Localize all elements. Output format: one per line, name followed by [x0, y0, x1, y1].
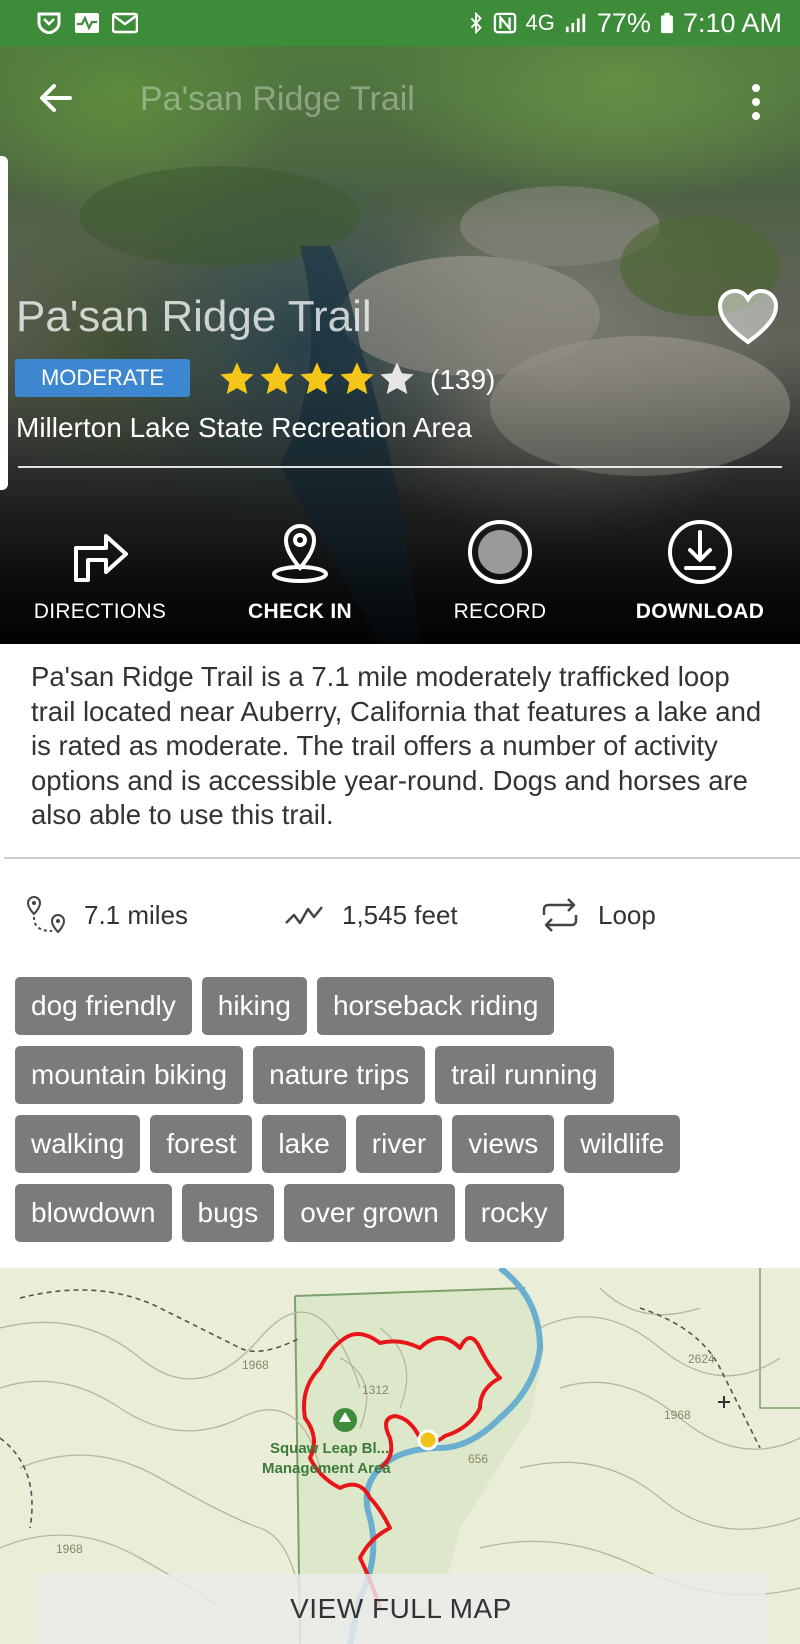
action-bar: DIRECTIONS CHECK IN RECORD DOWNLOAD — [0, 476, 800, 626]
trail-stats: 7.1 miles 1,545 feet Loop — [0, 885, 800, 945]
stat-elevation: 1,545 feet — [282, 885, 458, 945]
tag[interactable]: forest — [150, 1115, 253, 1173]
tag[interactable]: wildlife — [564, 1115, 681, 1173]
network-type: 4G — [525, 10, 555, 35]
contour-label: 1312 — [362, 1383, 389, 1397]
star-half-icon — [380, 362, 414, 395]
map-area-label: Squaw Leap Bl... — [270, 1440, 390, 1457]
tag[interactable]: hiking — [201, 977, 307, 1035]
directions-button[interactable]: DIRECTIONS — [0, 476, 200, 626]
arrow-left-icon[interactable] — [36, 78, 76, 118]
tag[interactable]: bugs — [181, 1184, 275, 1242]
check-in-label: CHECK IN — [248, 600, 352, 623]
contour-label: 1968 — [56, 1542, 83, 1556]
shield-icon — [37, 12, 61, 34]
trail-title: Pa'san Ridge Trail — [16, 292, 372, 341]
directions-label: DIRECTIONS — [33, 600, 167, 623]
star-icon — [300, 362, 334, 395]
tag[interactable]: lake — [262, 1115, 346, 1173]
contour-label: 1968 — [242, 1358, 269, 1372]
download-label: DOWNLOAD — [635, 600, 765, 623]
contour-label: 1968 — [664, 1408, 691, 1422]
park-name[interactable]: Millerton Lake State Recreation Area — [16, 412, 472, 444]
mail-icon — [112, 12, 138, 34]
app-bar: Pa'san Ridge Trail — [0, 46, 800, 156]
heart-icon[interactable] — [716, 286, 780, 350]
star-icon — [260, 362, 294, 395]
tag[interactable]: trail running — [435, 1046, 614, 1104]
battery-percent: 77% — [596, 7, 651, 38]
record-icon — [468, 520, 532, 584]
record-label: RECORD — [453, 600, 547, 623]
tag[interactable]: views — [452, 1115, 555, 1173]
download-button[interactable]: DOWNLOAD — [600, 476, 800, 626]
more-vertical-icon[interactable] — [744, 82, 768, 122]
bluetooth-icon — [470, 12, 482, 34]
directions-icon — [74, 534, 128, 582]
side-drawer-handle[interactable] — [0, 156, 8, 490]
map-area-label: Management Area — [262, 1460, 391, 1477]
tag[interactable]: blowdown — [15, 1184, 172, 1242]
tag-row: mountain biking nature trips trail runni… — [15, 1046, 795, 1104]
review-count[interactable]: (139) — [430, 364, 495, 396]
rating-stars — [218, 360, 416, 398]
tag[interactable]: horseback riding — [316, 977, 555, 1035]
signal-icon — [565, 13, 586, 33]
activity-icon — [75, 13, 99, 33]
tag-row: walking forest lake river views wildlife — [15, 1115, 795, 1173]
tag[interactable]: rocky — [464, 1184, 564, 1242]
check-in-button[interactable]: CHECK IN — [200, 476, 400, 626]
clock: 7:10 AM — [682, 7, 782, 38]
contour-label: 656 — [468, 1452, 489, 1466]
tag[interactable]: dog friendly — [15, 977, 192, 1035]
view-full-map-button[interactable]: VIEW FULL MAP — [36, 1574, 766, 1644]
stat-route-type-value: Loop — [598, 899, 656, 930]
record-button[interactable]: RECORD — [400, 476, 600, 626]
stat-distance-value: 7.1 miles — [84, 899, 189, 930]
tag[interactable]: walking — [15, 1115, 141, 1173]
tag[interactable]: river — [355, 1115, 443, 1173]
difficulty-badge: MODERATE — [15, 359, 190, 397]
elevation-icon — [285, 906, 323, 925]
map-pin-icon — [272, 524, 328, 583]
section-divider — [4, 857, 800, 859]
route-distance-icon — [26, 895, 66, 934]
battery-icon — [661, 12, 673, 34]
stat-route-type: Loop — [538, 885, 656, 945]
tag-row: dog friendly hiking horseback riding — [15, 977, 795, 1035]
app-bar-title: Pa'san Ridge Trail — [140, 80, 415, 118]
nfc-icon — [493, 12, 516, 34]
stat-distance: 7.1 miles — [24, 885, 188, 945]
status-bar: 4G 77% 7:10 AM — [0, 0, 800, 46]
star-icon — [220, 362, 254, 395]
tag-row: blowdown bugs over grown rocky — [15, 1184, 795, 1242]
activity-tags: dog friendly hiking horseback riding mou… — [15, 977, 795, 1242]
star-icon — [340, 362, 374, 395]
stat-elevation-value: 1,545 feet — [342, 899, 458, 930]
contour-label: 2624 — [688, 1352, 715, 1366]
loop-icon — [542, 898, 578, 932]
download-icon — [668, 520, 732, 584]
trail-hero: Pa'san Ridge Trail Pa'san Ridge Trail MO… — [0, 46, 800, 644]
trail-description: Pa'san Ridge Trail is a 7.1 mile moderat… — [31, 661, 762, 830]
tag[interactable]: over grown — [284, 1184, 455, 1242]
tag[interactable]: nature trips — [253, 1046, 426, 1104]
tag[interactable]: mountain biking — [15, 1046, 244, 1104]
hero-divider — [18, 466, 782, 468]
